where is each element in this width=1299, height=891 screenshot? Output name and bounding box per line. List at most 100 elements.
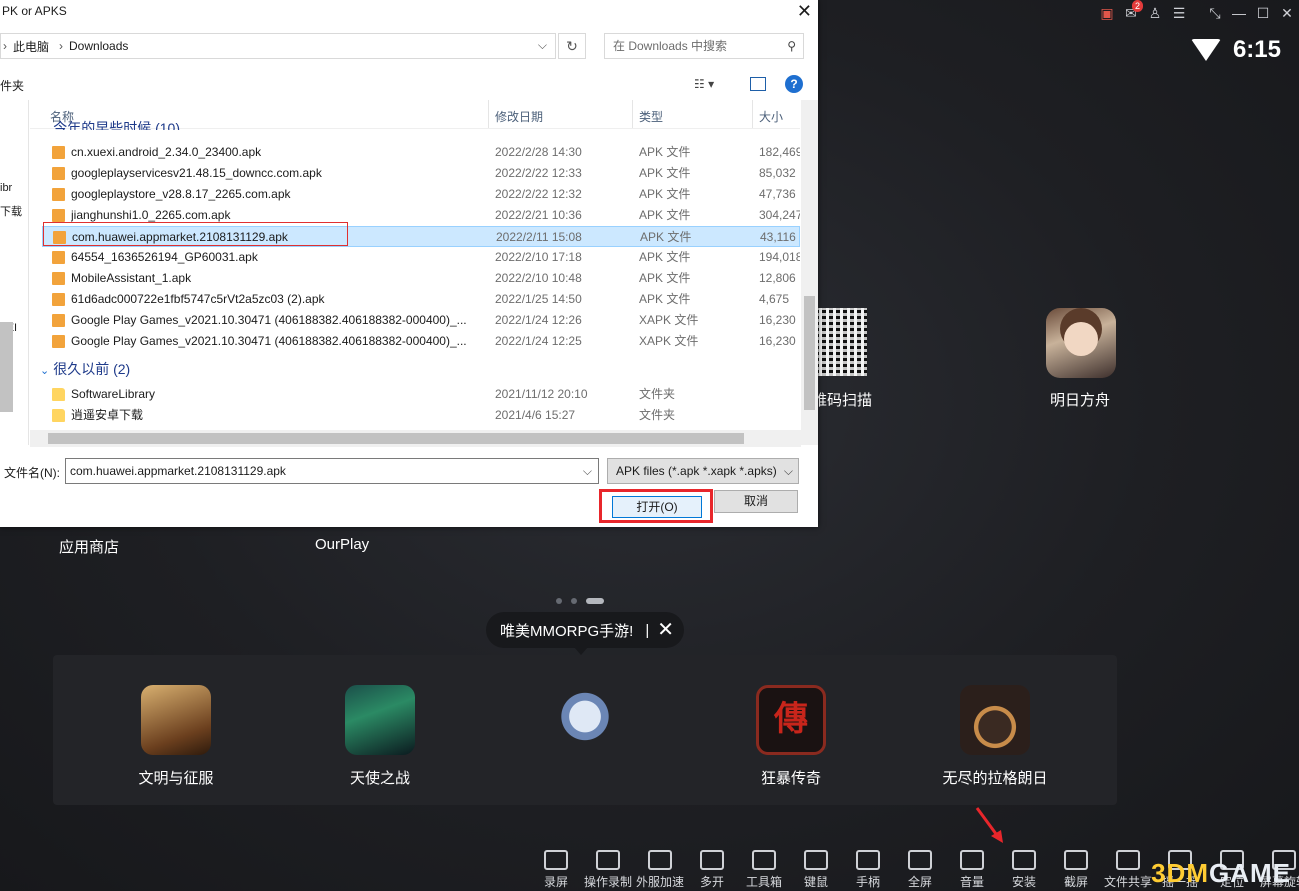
tool-accelerate[interactable]: 外服加速 bbox=[634, 846, 686, 891]
dock-item[interactable] bbox=[515, 685, 655, 767]
promo-bubble[interactable]: 唯美MMORPG手游! | ✕ bbox=[486, 612, 684, 655]
apk-file-icon bbox=[52, 251, 65, 264]
game-icon[interactable] bbox=[960, 685, 1030, 755]
resize-icon[interactable]: ⤡ bbox=[1203, 1, 1227, 25]
close-icon[interactable]: ✕ bbox=[1275, 1, 1299, 25]
file-date: 2022/2/11 15:08 bbox=[496, 230, 582, 244]
app-label-ourplay[interactable]: OurPlay bbox=[315, 536, 369, 553]
arrow-annotation-icon bbox=[975, 807, 1003, 843]
col-date[interactable]: 修改日期 bbox=[495, 108, 543, 125]
file-row[interactable]: googleplayservicesv21.48.15_downcc.com.a… bbox=[42, 163, 800, 184]
game-icon[interactable] bbox=[550, 685, 620, 755]
tool-share[interactable]: 文件共享 bbox=[1102, 846, 1154, 891]
address-bar[interactable]: › 此电脑 › Downloads ⌵ bbox=[0, 33, 556, 59]
group-label: 很久以前 (2) bbox=[53, 361, 131, 377]
new-folder-button[interactable]: 件夹 bbox=[0, 77, 24, 94]
apk-file-icon bbox=[52, 293, 65, 306]
filename-label: 文件名(N): bbox=[4, 466, 60, 480]
file-date: 2022/2/22 12:33 bbox=[495, 166, 582, 180]
tool-record[interactable]: 录屏 bbox=[530, 846, 582, 891]
mail-badge: 2 bbox=[1131, 0, 1143, 12]
folder-row[interactable]: 逍遥安卓下载 2021/4/6 15:27 文件夹 bbox=[42, 405, 800, 426]
col-size[interactable]: 大小 bbox=[759, 108, 783, 125]
vertical-scrollbar[interactable] bbox=[801, 100, 818, 445]
menu-icon[interactable]: ☰ bbox=[1167, 1, 1191, 25]
file-row[interactable]: 64554_1636526194_GP60031.apk 2022/2/10 17… bbox=[42, 247, 800, 268]
file-date: 2022/1/24 12:25 bbox=[495, 334, 582, 348]
tool-label: 多开 bbox=[699, 875, 724, 889]
cancel-button[interactable]: 取消 bbox=[714, 490, 798, 513]
help-icon[interactable]: ? bbox=[785, 75, 803, 93]
file-row[interactable]: cn.xuexi.android_2.34.0_23400.apk 2022/2/… bbox=[42, 142, 800, 163]
close-icon[interactable]: ✕ bbox=[657, 620, 674, 640]
group-header[interactable]: ⌄ 今年的早些时候 (10) bbox=[40, 118, 180, 130]
minimize-icon[interactable]: — bbox=[1227, 1, 1251, 25]
file-size: 85,032 bbox=[759, 166, 796, 180]
file-row[interactable]: Google Play Games_v2021.10.30471 (406188… bbox=[42, 331, 800, 352]
horizontal-scrollbar[interactable] bbox=[30, 430, 801, 447]
chevron-down-icon[interactable]: ⌵ bbox=[583, 459, 592, 483]
scroll-thumb[interactable] bbox=[804, 296, 815, 410]
app-label-appstore[interactable]: 应用商店 bbox=[59, 536, 119, 557]
filename-input[interactable]: com.huawei.appmarket.2108131129.apk ⌵ bbox=[65, 458, 599, 484]
file-row[interactable]: 61d6adc000722e1fbf5747c5rVt2a5zc03 (2).a… bbox=[42, 289, 800, 310]
tool-toolbox[interactable]: 工具箱 bbox=[738, 846, 790, 891]
file-size: 194,018 bbox=[759, 250, 800, 264]
group-header[interactable]: ⌄ 很久以前 (2) bbox=[40, 359, 130, 379]
dock-item[interactable]: 文明与征服 bbox=[106, 685, 246, 788]
dock-item[interactable]: 天使之战 bbox=[310, 685, 450, 788]
tool-macro[interactable]: 操作录制 bbox=[582, 846, 634, 891]
game-icon[interactable] bbox=[141, 685, 211, 755]
tool-multi[interactable]: 多开 bbox=[686, 846, 738, 891]
tool-screenshot[interactable]: 截屏 bbox=[1050, 846, 1102, 891]
file-row[interactable]: Google Play Games_v2021.10.30471 (406188… bbox=[42, 310, 800, 331]
nav-item[interactable]: ibr bbox=[0, 182, 12, 194]
gift-icon[interactable]: ▣ bbox=[1095, 1, 1119, 25]
file-date: 2022/2/22 12:32 bbox=[495, 187, 582, 201]
file-type: APK 文件 bbox=[639, 292, 691, 306]
chevron-down-icon[interactable]: ⌵ bbox=[538, 38, 547, 53]
preview-pane-icon[interactable] bbox=[750, 77, 766, 91]
filter-value: APK files (*.apk *.xapk *.apks) bbox=[616, 464, 777, 478]
game-icon[interactable] bbox=[345, 685, 415, 755]
tool-install-apk[interactable]: 安装 bbox=[998, 846, 1050, 891]
close-icon[interactable]: ✕ bbox=[797, 0, 812, 22]
dock-item[interactable]: 傳 狂暴传奇 bbox=[721, 685, 861, 788]
file-date: 2022/2/10 17:18 bbox=[495, 250, 582, 264]
file-size: 4,675 bbox=[759, 292, 790, 306]
breadcrumb-this-pc[interactable]: 此电脑 bbox=[13, 38, 49, 55]
nav-item[interactable]: 下载 bbox=[0, 203, 22, 219]
page-dot[interactable] bbox=[556, 598, 562, 604]
user-icon[interactable]: ♙ bbox=[1143, 1, 1167, 25]
file-row[interactable]: MobileAssistant_1.apk 2022/2/10 10:48 APK … bbox=[42, 268, 800, 289]
qr-scan-app-icon[interactable] bbox=[815, 308, 867, 376]
page-dot[interactable] bbox=[571, 598, 577, 604]
chevron-down-icon[interactable]: ⌵ bbox=[783, 459, 793, 483]
file-type-filter[interactable]: APK files (*.apk *.xapk *.apks) ⌵ bbox=[607, 458, 799, 484]
file-row[interactable]: googleplaystore_v28.8.17_2265.com.apk 202… bbox=[42, 184, 800, 205]
view-options-icon[interactable]: ☷ ▾ bbox=[694, 77, 714, 91]
arknights-app-icon[interactable] bbox=[1046, 308, 1116, 378]
game-icon[interactable]: 傳 bbox=[756, 685, 826, 755]
dock-item[interactable]: 无尽的拉格朗日 bbox=[925, 685, 1065, 788]
tool-volume[interactable]: 音量 bbox=[946, 846, 998, 891]
open-button[interactable]: 打开(O) bbox=[612, 496, 702, 518]
page-dot-active[interactable] bbox=[586, 598, 604, 604]
search-icon[interactable]: ⚲ bbox=[787, 34, 796, 58]
tool-fullscreen[interactable]: 全屏 bbox=[894, 846, 946, 891]
group-label: 今年的早些时候 (10) bbox=[53, 120, 181, 130]
refresh-button[interactable]: ↻ bbox=[558, 33, 586, 59]
nav-scrollbar[interactable] bbox=[0, 322, 13, 412]
col-type[interactable]: 类型 bbox=[639, 108, 663, 125]
folder-row[interactable]: SoftwareLibrary 2021/11/12 20:10 文件夹 bbox=[42, 384, 800, 405]
search-placeholder: 在 Downloads 中搜索 bbox=[613, 39, 728, 53]
tool-gamepad[interactable]: 手柄 bbox=[842, 846, 894, 891]
game-dock: 文明与征服 天使之战 傳 狂暴传奇 无尽的拉格朗日 bbox=[53, 655, 1117, 805]
mail-icon[interactable]: ✉ 2 bbox=[1119, 0, 1143, 25]
breadcrumb-downloads[interactable]: Downloads bbox=[69, 39, 128, 53]
promo-text: 唯美MMORPG手游! bbox=[500, 622, 634, 640]
scroll-thumb[interactable] bbox=[48, 433, 744, 444]
search-input[interactable]: 在 Downloads 中搜索 ⚲ bbox=[604, 33, 804, 59]
tool-keyboard[interactable]: 键鼠 bbox=[790, 846, 842, 891]
maximize-icon[interactable]: ☐ bbox=[1251, 1, 1275, 25]
